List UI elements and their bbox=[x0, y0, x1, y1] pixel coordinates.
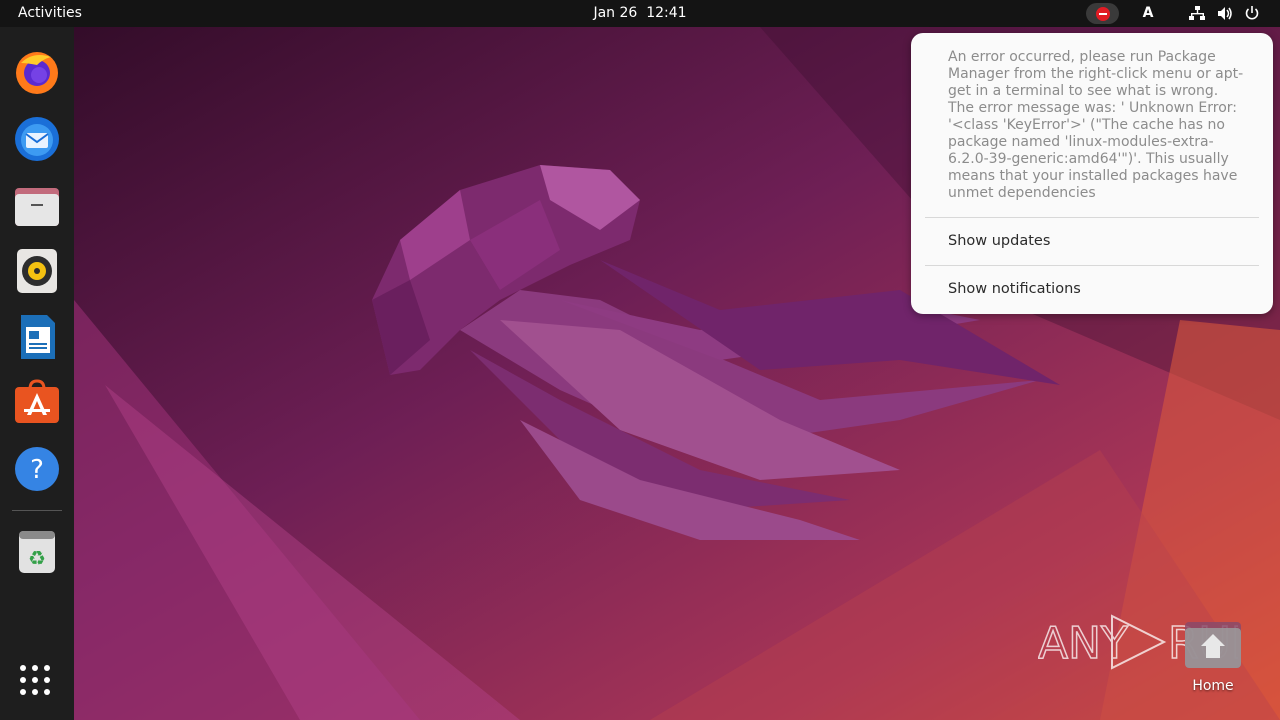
show-applications-button[interactable] bbox=[20, 665, 54, 699]
help-icon: ? bbox=[15, 447, 59, 491]
svg-text:?: ? bbox=[30, 455, 44, 485]
show-notifications-item[interactable]: Show notifications bbox=[948, 281, 1081, 297]
update-error-indicator[interactable] bbox=[1086, 3, 1119, 24]
firefox-launcher[interactable] bbox=[13, 49, 61, 97]
popup-separator bbox=[925, 265, 1259, 266]
volume-icon bbox=[1218, 7, 1232, 20]
error-message: An error occurred, please run Package Ma… bbox=[948, 49, 1244, 201]
files-launcher[interactable] bbox=[13, 182, 61, 230]
files-icon bbox=[15, 188, 59, 226]
top-bar: Activities Jan 26 12:41 A bbox=[0, 0, 1280, 27]
clock-time: 12:41 bbox=[646, 5, 687, 21]
firefox-icon bbox=[16, 52, 58, 94]
home-folder-icon bbox=[1185, 622, 1241, 668]
software-store-icon bbox=[15, 379, 59, 423]
libreoffice-writer-launcher[interactable] bbox=[13, 313, 61, 361]
show-updates-item[interactable]: Show updates bbox=[948, 233, 1050, 249]
trash-launcher[interactable]: ♻ bbox=[13, 527, 61, 575]
clock-button[interactable]: Jan 26 12:41 bbox=[593, 5, 686, 21]
help-launcher[interactable]: ? bbox=[13, 445, 61, 493]
power-icon bbox=[1245, 6, 1259, 20]
update-error-popup: An error occurred, please run Package Ma… bbox=[911, 33, 1273, 314]
dock-separator bbox=[12, 510, 62, 511]
keyboard-layout-indicator[interactable]: A bbox=[1138, 5, 1158, 21]
activities-button[interactable]: Activities bbox=[18, 5, 82, 21]
error-icon bbox=[1095, 6, 1110, 21]
popup-separator bbox=[925, 217, 1259, 218]
clock-date: Jan 26 bbox=[593, 5, 638, 21]
system-menu[interactable] bbox=[1186, 0, 1266, 27]
thunderbird-launcher[interactable] bbox=[13, 115, 61, 163]
ubuntu-software-launcher[interactable] bbox=[13, 379, 61, 427]
trash-icon: ♻ bbox=[19, 531, 55, 573]
svg-text:♻: ♻ bbox=[28, 546, 46, 570]
dock: ? ♻ bbox=[0, 27, 74, 720]
rhythmbox-launcher[interactable] bbox=[13, 247, 61, 295]
home-label: Home bbox=[1192, 678, 1234, 694]
watermark-text-any: ANY bbox=[1038, 618, 1128, 669]
rhythmbox-icon bbox=[17, 249, 57, 293]
writer-icon bbox=[21, 315, 55, 359]
thunderbird-icon bbox=[15, 117, 59, 161]
network-icon bbox=[1189, 6, 1205, 20]
